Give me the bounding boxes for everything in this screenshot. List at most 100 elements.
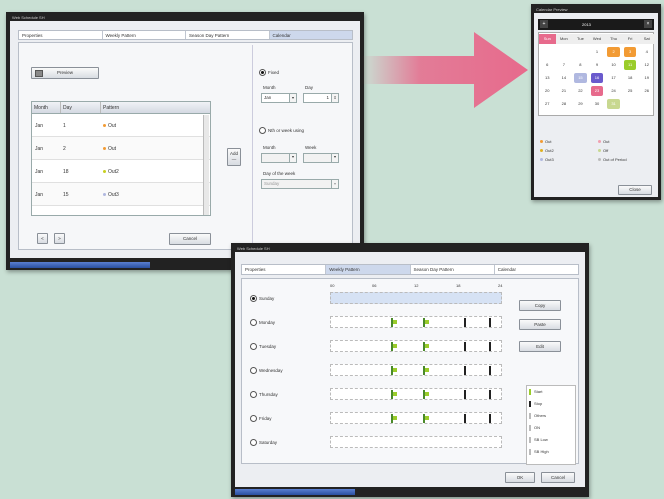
day-radio-monday[interactable] xyxy=(250,319,257,326)
legend-item: Others xyxy=(529,413,546,419)
tab-calendar[interactable]: Calendar xyxy=(269,31,352,39)
row-day: 15 xyxy=(63,192,69,198)
day-pattern-bar[interactable] xyxy=(330,412,502,424)
next-button[interactable]: > xyxy=(54,233,65,244)
table-row[interactable]: Jan 2 Out xyxy=(32,137,210,160)
calendar-day[interactable]: 30 xyxy=(591,99,604,109)
preview-button[interactable]: Preview xyxy=(31,67,99,79)
calendar-day[interactable]: 22 xyxy=(574,86,587,96)
calendar-day[interactable]: 2 xyxy=(607,47,620,57)
calendar-day[interactable]: 25 xyxy=(624,86,637,96)
start-icon xyxy=(393,368,397,372)
tab-weekly-pattern[interactable]: Weekly Pattern xyxy=(103,31,186,39)
day-pattern-bar[interactable] xyxy=(330,364,502,376)
month-select[interactable]: Jan ▾ xyxy=(261,93,297,103)
day-radio-friday[interactable] xyxy=(250,415,257,422)
prev-month-button[interactable]: + xyxy=(540,20,548,28)
calendar-day[interactable]: 8 xyxy=(574,60,587,70)
day-radio-tuesday[interactable] xyxy=(250,343,257,350)
day-label: Sunday xyxy=(259,296,275,301)
edit-button[interactable]: Edit xyxy=(519,341,561,352)
tab-season-day-pattern[interactable]: Season Day Pattern xyxy=(411,265,495,274)
nth-week-radio[interactable] xyxy=(259,127,266,134)
calendar-day[interactable]: 17 xyxy=(607,73,620,83)
fixed-radio[interactable] xyxy=(259,69,266,76)
cancel-button[interactable]: Cancel xyxy=(169,233,211,245)
day-pattern-bar[interactable] xyxy=(330,292,502,304)
day-pattern-bar[interactable] xyxy=(330,388,502,400)
calendar-day[interactable]: 20 xyxy=(541,86,554,96)
calendar-day[interactable]: 14 xyxy=(558,73,571,83)
tab-weekly-pattern[interactable]: Weekly Pattern xyxy=(326,265,411,274)
cancel-button[interactable]: Cancel xyxy=(541,472,575,483)
time-tick: 18 xyxy=(456,283,461,288)
time-tick: 12 xyxy=(414,283,419,288)
start-icon xyxy=(491,392,495,396)
week-select[interactable]: ▾ xyxy=(303,153,339,163)
calendar-day[interactable]: 19 xyxy=(640,73,653,83)
calendar-day[interactable]: 12 xyxy=(640,60,653,70)
paste-button[interactable]: Paste xyxy=(519,319,561,330)
tab-properties[interactable]: Properties xyxy=(242,265,327,274)
calendar-day[interactable]: 9 xyxy=(591,60,604,70)
close-button[interactable]: Close xyxy=(618,185,652,195)
day-radio-wednesday[interactable] xyxy=(250,367,257,374)
legend-item: Out of Period xyxy=(598,157,627,162)
day-pattern-bar[interactable] xyxy=(330,436,502,448)
calendar-day[interactable]: 1 xyxy=(591,47,604,57)
calendar-day[interactable]: 26 xyxy=(640,86,653,96)
legend-label: ON xyxy=(534,425,540,431)
legend-item: Out xyxy=(540,139,551,144)
col-month: Month xyxy=(34,105,48,111)
time-tick: 00 xyxy=(330,283,335,288)
calendar-day[interactable]: 11 xyxy=(623,60,637,70)
table-scrollbar[interactable] xyxy=(203,115,209,215)
legend-label: Out xyxy=(603,139,610,144)
calendar-day[interactable]: 21 xyxy=(558,86,571,96)
ok-button[interactable]: OK xyxy=(505,472,535,483)
legend-item: Stop xyxy=(529,401,542,407)
calendar-day[interactable]: 15 xyxy=(574,73,587,83)
calendar-day[interactable]: 31 xyxy=(607,99,620,109)
day-radio-sunday[interactable] xyxy=(250,295,257,302)
legend-color-icon xyxy=(540,158,543,162)
calendar-day[interactable]: 27 xyxy=(541,99,554,109)
calendar-day[interactable]: 4 xyxy=(640,47,653,57)
calendar-day[interactable]: 3 xyxy=(623,47,637,57)
tab-calendar[interactable]: Calendar xyxy=(495,265,578,274)
day-radio-thursday[interactable] xyxy=(250,391,257,398)
day-pattern-bar[interactable] xyxy=(330,316,502,328)
calendar-day[interactable]: 6 xyxy=(541,60,554,70)
day-pattern-bar[interactable] xyxy=(330,340,502,352)
next-month-button[interactable]: × xyxy=(644,20,652,28)
table-row[interactable]: Jan 1 Out xyxy=(32,114,210,137)
dow-select[interactable]: Sunday ▾ xyxy=(261,179,339,189)
legend-item: SB High xyxy=(529,449,549,455)
day-spinner[interactable]: 1 ⇕ xyxy=(303,93,339,103)
day-radio-saturday[interactable] xyxy=(250,439,257,446)
calendar-day[interactable]: 24 xyxy=(607,86,620,96)
copy-button[interactable]: Copy xyxy=(519,300,561,311)
month-header: + 2013 × xyxy=(538,19,654,30)
spinner-icon: ⇕ xyxy=(331,94,338,102)
tab-season-day-pattern[interactable]: Season Day Pattern xyxy=(186,31,270,39)
start-icon xyxy=(466,320,470,324)
calendar-day[interactable]: 29 xyxy=(574,99,587,109)
tab-properties[interactable]: Properties xyxy=(19,31,103,39)
add-button[interactable]: Add — xyxy=(227,148,241,166)
legend-color-icon xyxy=(529,449,531,455)
calendar-day[interactable]: 13 xyxy=(541,73,554,83)
week-month-select[interactable]: ▾ xyxy=(261,153,297,163)
calendar-day[interactable]: 10 xyxy=(607,60,620,70)
calendar-day[interactable]: 28 xyxy=(558,99,571,109)
calendar-day[interactable]: 18 xyxy=(624,73,637,83)
window-title: Web Schedule SH xyxy=(12,15,45,20)
prev-button[interactable]: < xyxy=(37,233,48,244)
day-label: Monday xyxy=(259,320,276,325)
calendar-day[interactable]: 23 xyxy=(590,86,604,96)
table-row[interactable]: Jan 15 Out3 xyxy=(32,183,210,206)
calendar-day[interactable]: 16 xyxy=(590,73,604,83)
table-row[interactable]: Jan 18 Out2 xyxy=(32,160,210,183)
legend-item: Out3 xyxy=(540,157,554,162)
calendar-day[interactable]: 7 xyxy=(558,60,571,70)
